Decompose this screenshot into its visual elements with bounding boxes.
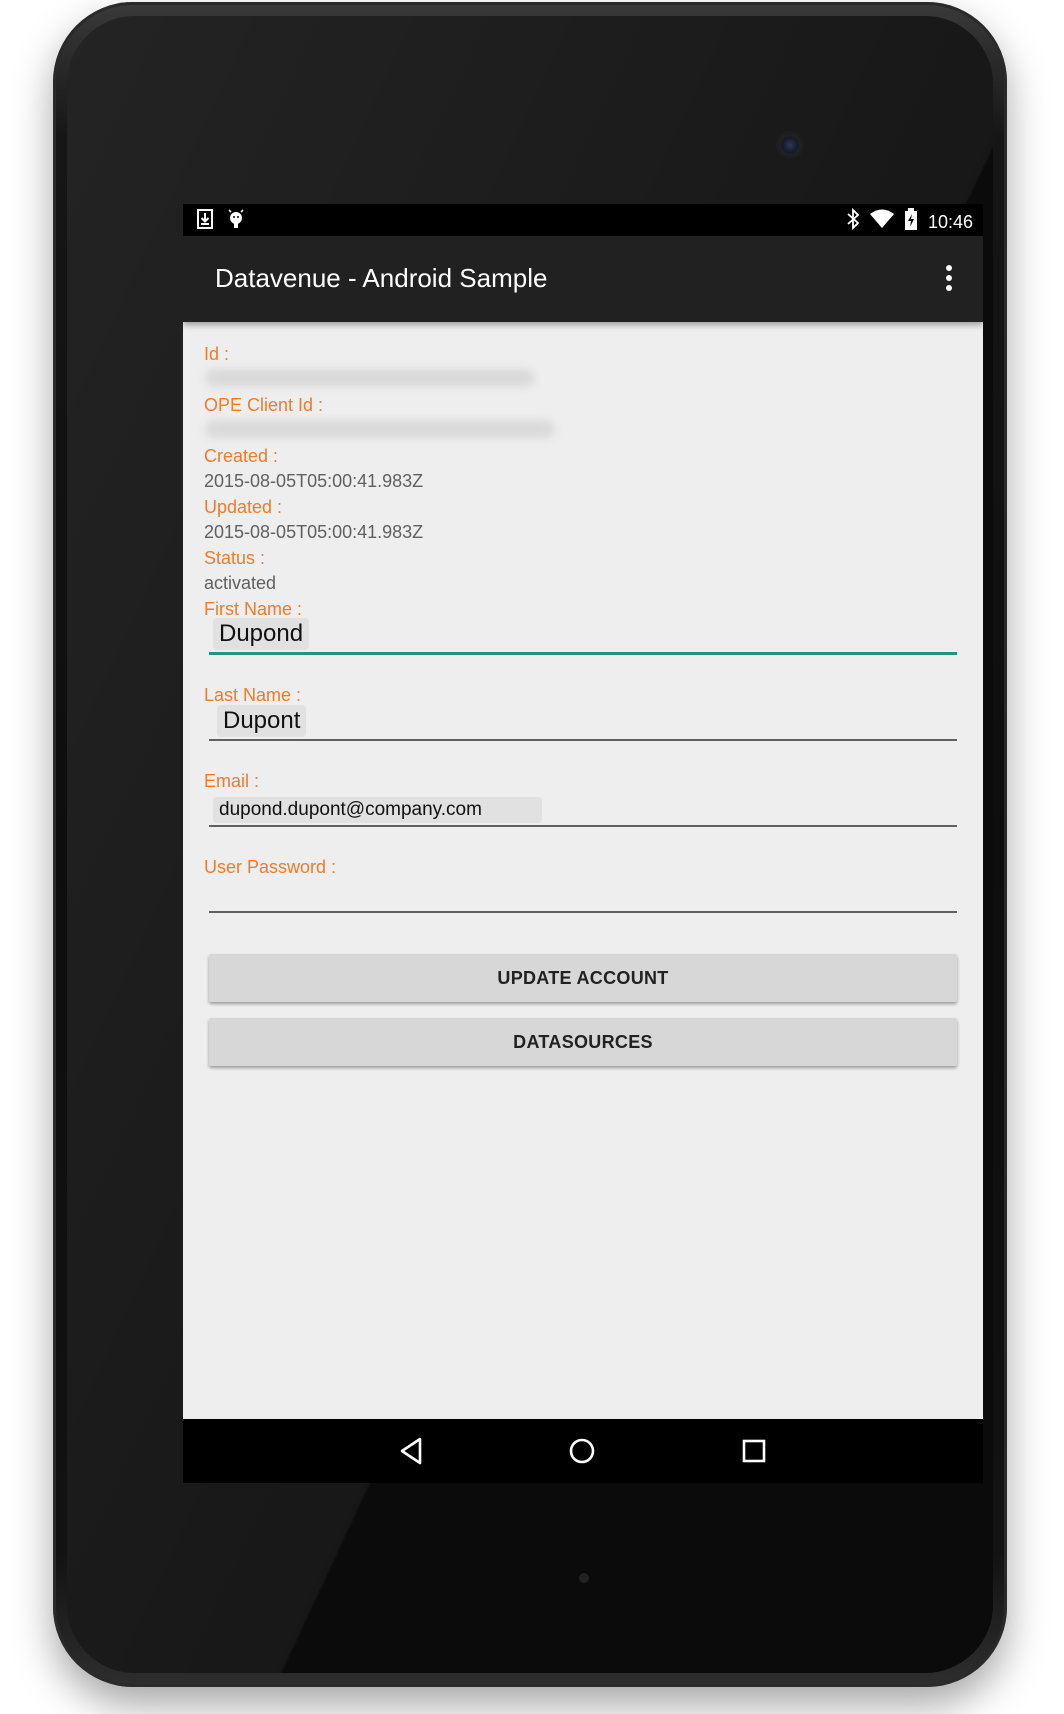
client-id-value-redacted (205, 420, 555, 438)
status-bar: 10:46 (183, 204, 983, 236)
home-icon[interactable] (564, 1433, 600, 1469)
device-screen: 10:46 Datavenue - Android Sample Id : OP… (183, 204, 983, 1483)
battery-charging-icon (904, 208, 918, 235)
id-value-redacted (205, 369, 535, 387)
last-name-value: Dupont (217, 705, 307, 737)
first-name-value: Dupond (213, 618, 310, 650)
updated-label: Updated : (204, 497, 283, 517)
recents-icon[interactable] (736, 1433, 772, 1469)
email-field[interactable]: dupond.dupont@company.com (209, 781, 957, 827)
created-label: Created : (204, 446, 279, 466)
clock: 10:46 (927, 211, 973, 232)
client-id-label: OPE Client Id : (204, 395, 324, 415)
navigation-bar (183, 1419, 983, 1483)
id-label: Id : (204, 344, 230, 364)
action-bar: Datavenue - Android Sample (183, 236, 983, 322)
email-value: dupond.dupont@company.com (213, 797, 542, 823)
status-value: activated (204, 573, 277, 593)
light-sensor (579, 1573, 589, 1583)
wifi-icon (869, 209, 894, 234)
bluetooth-icon (846, 207, 860, 235)
overflow-menu-icon[interactable] (937, 262, 961, 296)
created-value: 2015-08-05T05:00:41.983Z (204, 471, 424, 491)
password-value (213, 905, 225, 909)
tablet-frame: 10:46 Datavenue - Android Sample Id : OP… (53, 2, 1007, 1687)
datasources-button[interactable]: DATASOURCES (209, 1018, 957, 1066)
account-form: Id : OPE Client Id : Created : 2015-08-0… (183, 322, 983, 1419)
updated-value: 2015-08-05T05:00:41.983Z (204, 522, 424, 542)
last-name-field[interactable]: Dupont (209, 695, 957, 741)
update-account-button[interactable]: UPDATE ACCOUNT (209, 954, 957, 1002)
password-field[interactable] (209, 867, 957, 913)
first-name-field[interactable]: Dupond (209, 608, 957, 655)
download-icon (197, 209, 213, 234)
front-camera (778, 133, 802, 157)
android-debug-icon (227, 209, 245, 234)
back-icon[interactable] (394, 1433, 430, 1469)
status-label: Status : (204, 548, 266, 568)
app-title: Datavenue - Android Sample (215, 263, 548, 293)
